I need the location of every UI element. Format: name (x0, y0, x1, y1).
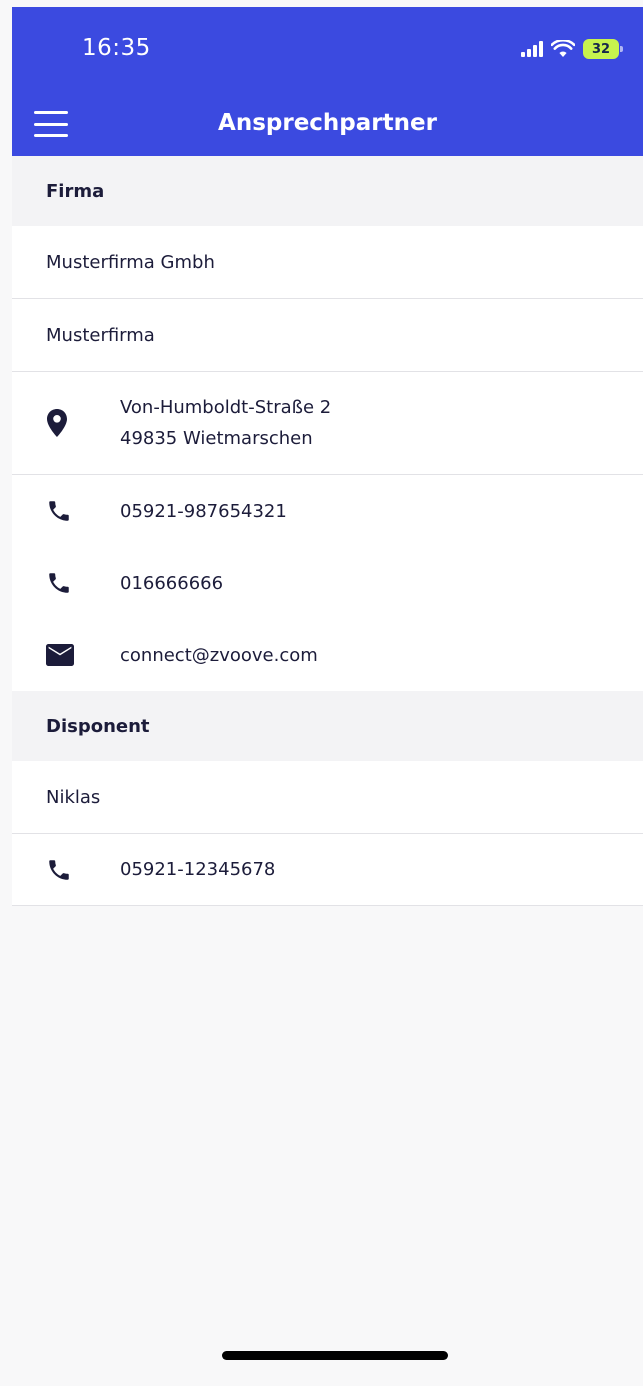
status-icons: 32 (521, 37, 623, 61)
status-time: 16:35 (82, 35, 151, 61)
address-row[interactable]: Von-Humboldt-Straße 2 49835 Wietmarschen (12, 372, 643, 475)
phone-number-2: 016666666 (120, 572, 224, 594)
battery-level: 32 (591, 41, 611, 57)
phone-row-1[interactable]: 05921-987654321 (12, 475, 643, 547)
phone-row-2[interactable]: 016666666 (12, 547, 643, 619)
battery-icon: 32 (583, 39, 623, 59)
phone-icon (12, 570, 120, 596)
wifi-icon (551, 40, 575, 57)
contact-list: Firma Musterfirma Gmbh Musterfirma Von-H… (12, 156, 643, 906)
address-text: Von-Humboldt-Straße 2 49835 Wietmarschen (120, 392, 331, 454)
phone-icon (12, 498, 120, 524)
email-row[interactable]: connect@zvoove.com (12, 619, 643, 691)
address-line2: 49835 Wietmarschen (120, 428, 313, 449)
address-line1: Von-Humboldt-Straße 2 (120, 397, 332, 418)
section-header-disponent: Disponent (12, 691, 643, 761)
disponent-phone-number: 05921-12345678 (120, 859, 276, 880)
company-short-name: Musterfirma (46, 324, 155, 346)
disponent-phone-row[interactable]: 05921-12345678 (12, 834, 643, 906)
email-address: connect@zvoove.com (120, 644, 318, 666)
phone-number-1: 05921-987654321 (120, 500, 287, 522)
email-icon (12, 644, 120, 666)
home-indicator (222, 1351, 448, 1360)
company-name: Musterfirma Gmbh (46, 251, 215, 273)
page-title: Ansprechpartner (218, 110, 437, 136)
disponent-name: Niklas (46, 786, 101, 808)
phone-icon (12, 857, 120, 883)
cellular-signal-icon (521, 41, 543, 57)
disponent-name-row: Niklas (12, 761, 643, 834)
location-pin-icon (12, 408, 120, 438)
section-header-firma: Firma (12, 156, 643, 226)
company-name-row: Musterfirma Gmbh (12, 226, 643, 299)
app-bar: 16:35 32 Ansprechpartner (12, 7, 643, 156)
company-short-name-row: Musterfirma (12, 299, 643, 372)
